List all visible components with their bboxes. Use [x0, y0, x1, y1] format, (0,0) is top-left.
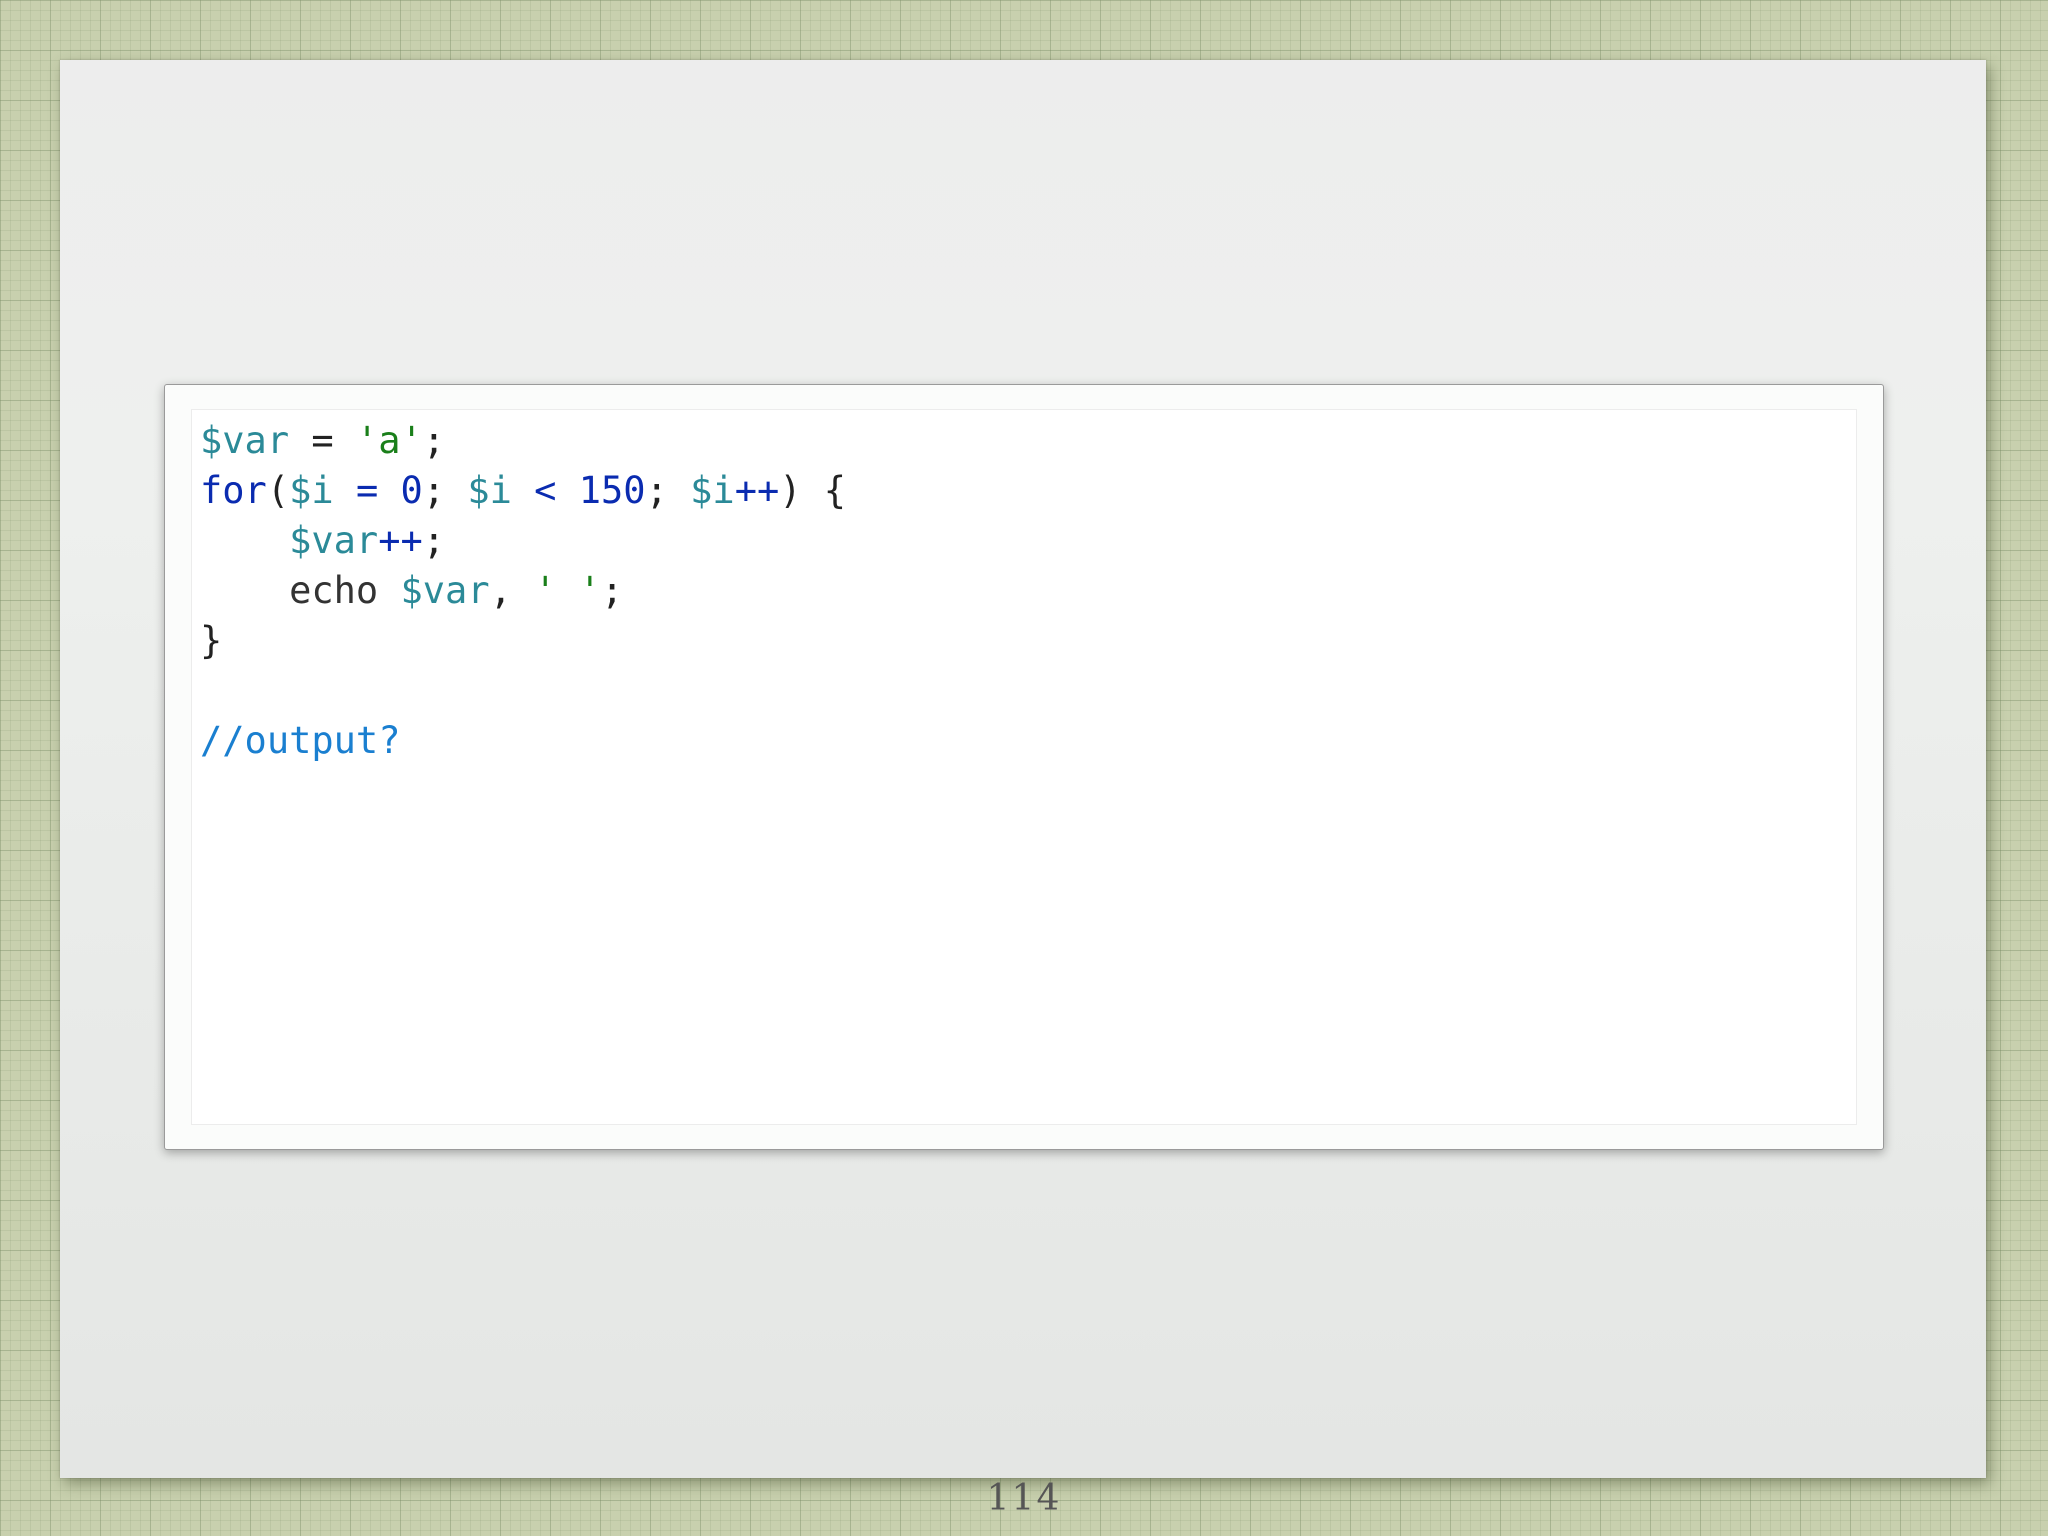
slide: $var = 'a'; for($i = 0; $i < 150; $i++) {…	[60, 60, 1986, 1478]
code-token-plain: ;	[422, 469, 468, 512]
code-token-str: ' '	[534, 569, 601, 612]
code-panel: $var = 'a'; for($i = 0; $i < 150; $i++) {…	[164, 384, 1884, 1150]
code-token-plain: }	[200, 619, 223, 662]
page-number: 114	[986, 1478, 1062, 1519]
code-token-plain: ,	[489, 569, 535, 612]
code-line: $var++;	[200, 516, 846, 566]
code-token-var: $var	[200, 419, 290, 462]
code-token-op: ++	[378, 519, 423, 562]
code-token-plain: =	[289, 419, 356, 462]
code-token-plain: ;	[422, 419, 446, 462]
code-token-var: $var	[289, 519, 379, 562]
code-token-num: 0	[400, 469, 423, 512]
code-token-var: $var	[400, 569, 490, 612]
code-line: echo $var, ' ';	[200, 566, 846, 616]
code-line: }	[200, 616, 846, 666]
code-line: for($i = 0; $i < 150; $i++) {	[200, 466, 846, 516]
code-token-plain: ;	[601, 569, 624, 612]
code-line: $var = 'a';	[200, 416, 846, 466]
code-token-plain: ;	[422, 519, 446, 562]
code-token-plain: ) {	[779, 469, 847, 512]
code-token-var: $i	[690, 469, 735, 512]
code-token-fn: echo	[289, 569, 379, 612]
code-line: //output?	[200, 716, 846, 766]
code-token-var: $i	[467, 469, 512, 512]
code-token-str: 'a'	[355, 419, 423, 462]
code-token-op: <	[511, 469, 579, 512]
code-token-plain: (	[266, 469, 290, 512]
code-token-plain: ;	[645, 469, 691, 512]
code-token-kw: for	[200, 469, 267, 512]
code-token-op: ++	[734, 469, 780, 512]
code-token-var: $i	[289, 469, 334, 512]
code-panel-inner: $var = 'a'; for($i = 0; $i < 150; $i++) {…	[191, 409, 1857, 1125]
code-block: $var = 'a'; for($i = 0; $i < 150; $i++) {…	[200, 416, 846, 766]
code-token-num: 150	[578, 469, 646, 512]
code-token-comment: //output?	[200, 719, 401, 762]
code-token-op: =	[333, 469, 401, 512]
